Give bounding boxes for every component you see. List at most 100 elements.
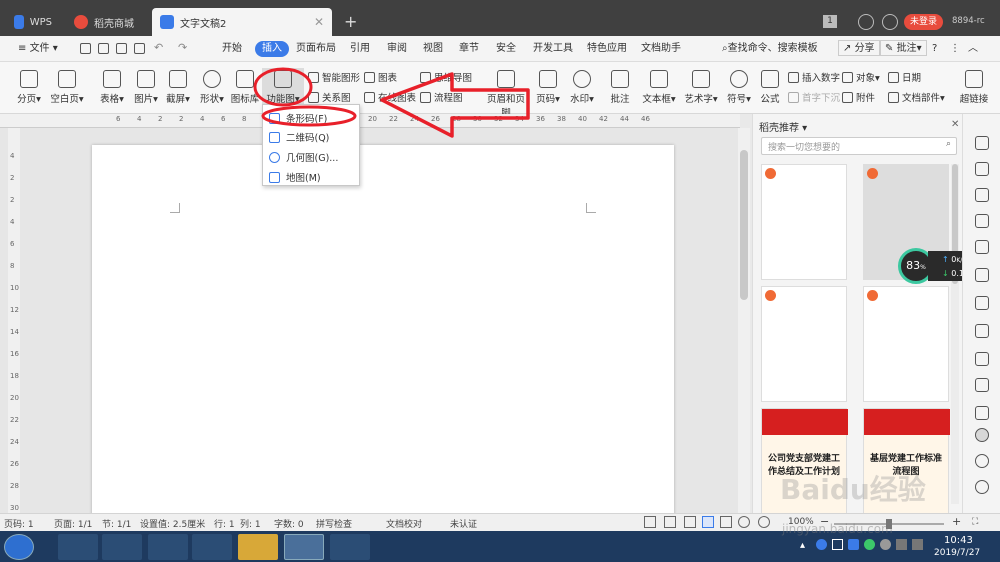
write-mode-icon[interactable] xyxy=(684,516,696,528)
tray-network-icon[interactable] xyxy=(880,539,891,550)
template-card[interactable] xyxy=(761,286,847,402)
tray-wechat-icon[interactable] xyxy=(864,539,875,550)
table-icon[interactable] xyxy=(975,240,989,254)
print-icon[interactable] xyxy=(116,43,127,54)
export-icon[interactable] xyxy=(98,43,109,54)
formula-button[interactable]: 公式 xyxy=(756,70,784,105)
scrollbar-thumb[interactable] xyxy=(740,150,748,300)
edit-icon[interactable] xyxy=(975,136,989,150)
taskbar-media-icon[interactable] xyxy=(102,534,142,560)
outline-view-icon[interactable] xyxy=(720,516,732,528)
table-button[interactable]: 表格▾ xyxy=(96,70,128,105)
tray-display-icon[interactable] xyxy=(912,539,923,550)
document-page[interactable] xyxy=(92,145,674,515)
tray-help-icon[interactable] xyxy=(816,539,827,550)
comment-button[interactable]: ✎ 批注▾ xyxy=(880,40,927,56)
qrcode-menu-item[interactable]: 二维码(Q) xyxy=(269,130,329,144)
insert-number-button[interactable]: 插入数字 xyxy=(788,70,840,84)
zoom-in-button[interactable]: + xyxy=(952,515,961,528)
collapse-ribbon-icon[interactable]: ︿ xyxy=(968,41,978,57)
clock-icon[interactable] xyxy=(975,454,989,468)
taskbar-browser-icon[interactable] xyxy=(58,534,98,560)
menu-references[interactable]: 引用 xyxy=(350,41,370,57)
shape-icon[interactable] xyxy=(975,188,989,202)
header-footer-button[interactable]: 页眉和页脚 xyxy=(484,70,528,119)
watermark-button[interactable]: 水印▾ xyxy=(566,70,598,105)
avatar[interactable] xyxy=(882,14,898,30)
spell-check-button[interactable]: 拼写检查 xyxy=(316,517,352,530)
tray-volume-icon[interactable] xyxy=(896,539,907,550)
new-tab-icon[interactable]: + xyxy=(344,12,357,31)
share-button[interactable]: ↗ 分享 xyxy=(838,40,880,56)
tray-up-arrow-icon[interactable]: ▴ xyxy=(800,540,805,551)
vertical-ruler[interactable]: 4 2 2 4 6 8 10 12 14 16 18 20 22 24 26 28 30 xyxy=(8,128,20,513)
panel-scrollbar[interactable] xyxy=(951,164,959,504)
menu-view[interactable]: 视图 xyxy=(423,41,443,57)
menu-chapter[interactable]: 章节 xyxy=(459,41,479,57)
menu-developer[interactable]: 开发工具 xyxy=(533,41,573,57)
icon-library-button[interactable]: 图标库 xyxy=(228,70,262,105)
insert-comment-button[interactable]: 批注 xyxy=(606,70,634,105)
smart-graphic-button[interactable]: 智能图形 xyxy=(308,70,360,84)
menu-insert[interactable]: 插入 xyxy=(255,41,289,57)
command-search[interactable]: ⌕查找命令、搜索模板 xyxy=(722,41,818,57)
template-card[interactable] xyxy=(863,286,949,402)
tab-docer-mall[interactable]: 稻壳商城 xyxy=(66,8,146,36)
symbol-button[interactable]: 符号▾ xyxy=(724,70,754,105)
taskbar-capture-icon[interactable] xyxy=(238,534,278,560)
resize-icon[interactable] xyxy=(975,268,989,282)
more-icon[interactable]: ⋮ xyxy=(950,41,960,57)
tab-document[interactable]: 文字文稿2 ✕ xyxy=(152,8,332,36)
template-card[interactable] xyxy=(761,164,847,280)
taskbar-wechat-icon[interactable] xyxy=(192,534,232,560)
picture-icon[interactable] xyxy=(975,406,989,420)
page-number-button[interactable]: 页码▾ xyxy=(532,70,564,105)
gallery-icon[interactable] xyxy=(975,378,989,392)
page-break-button[interactable]: 分页▾ xyxy=(14,70,44,105)
tab-wps[interactable]: WPS xyxy=(6,8,60,36)
page-view-icon[interactable] xyxy=(702,516,714,528)
screenshot-button[interactable]: 截屏▾ xyxy=(162,70,194,105)
full-screen-icon[interactable] xyxy=(644,516,656,528)
web-view-icon[interactable] xyxy=(738,516,750,528)
properties-icon[interactable] xyxy=(975,214,989,228)
doc-proofread-button[interactable]: 文档校对 xyxy=(386,517,422,530)
menu-security[interactable]: 安全 xyxy=(496,41,516,57)
help-icon[interactable] xyxy=(975,480,989,494)
org-chart-icon[interactable] xyxy=(975,352,989,366)
file-menu[interactable]: ≡ 文件 ▾ xyxy=(18,41,58,57)
skin-icon[interactable] xyxy=(858,14,874,30)
shape-button[interactable]: 形状▾ xyxy=(196,70,228,105)
start-button[interactable] xyxy=(4,534,34,560)
login-button[interactable]: 未登录 xyxy=(904,14,944,30)
status-word-count[interactable]: 字数: 0 xyxy=(274,517,304,530)
taskbar-paint-icon[interactable] xyxy=(330,534,370,560)
barcode-menu-item[interactable]: 条形码(F) xyxy=(269,111,327,125)
tray-shield-icon[interactable] xyxy=(848,539,859,550)
hyperlink-button[interactable]: 超链接 xyxy=(954,70,994,105)
document-scrollbar[interactable] xyxy=(738,128,750,513)
doc-parts-button[interactable]: 文档部件▾ xyxy=(888,90,945,104)
menu-page-layout[interactable]: 页面布局 xyxy=(296,41,336,57)
panel-search-input[interactable]: 搜索一切您想要的 ⌕ xyxy=(761,137,957,155)
undo-icon[interactable]: ↶ xyxy=(154,41,163,54)
menu-doc-assistant[interactable]: 文档助手 xyxy=(641,41,681,57)
horizontal-ruler[interactable]: 6422468101214161820222426283032343638404… xyxy=(0,114,740,128)
help-icon[interactable]: ? xyxy=(932,41,937,57)
clock-time[interactable]: 10:43 xyxy=(944,535,973,546)
redo-icon[interactable]: ↷ xyxy=(178,41,187,54)
pointer-icon[interactable] xyxy=(975,162,989,176)
eye-care-icon[interactable] xyxy=(758,516,770,528)
word-art-button[interactable]: 艺术字▾ xyxy=(682,70,720,105)
menu-special[interactable]: 特色应用 xyxy=(587,41,627,57)
attachment-button[interactable]: 附件 xyxy=(842,90,875,104)
mind-map-button[interactable]: 思维导图 xyxy=(420,70,472,84)
share-icon[interactable] xyxy=(975,324,989,338)
menu-review[interactable]: 审阅 xyxy=(387,41,407,57)
preview-icon[interactable] xyxy=(134,43,145,54)
picture-button[interactable]: 图片▾ xyxy=(130,70,162,105)
read-mode-icon[interactable] xyxy=(664,516,676,528)
text-box-button[interactable]: 文本框▾ xyxy=(640,70,678,105)
docer-icon[interactable] xyxy=(975,428,989,442)
menu-home[interactable]: 开始 xyxy=(222,41,242,57)
